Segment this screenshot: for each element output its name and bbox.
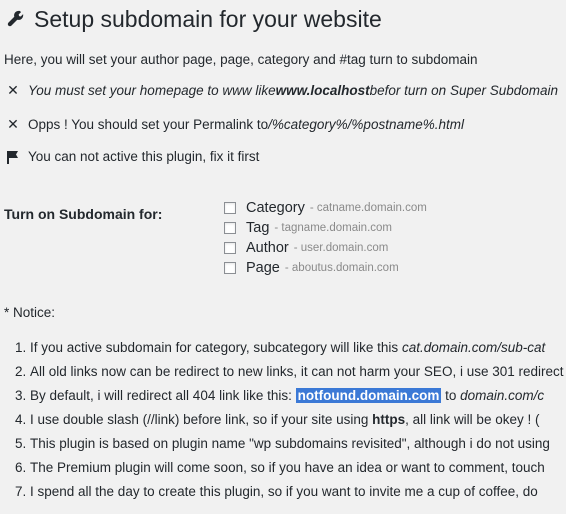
close-icon: ✕	[7, 82, 19, 98]
option-hint: - catname.domain.com	[309, 202, 427, 214]
notice-text: This plugin is based on plugin name "wp …	[30, 436, 550, 451]
list-item: If you active subdomain for category, su…	[30, 336, 566, 360]
warning-message-activate: You can not active this plugin, fix it f…	[6, 149, 259, 164]
permalink-structure: /%category%/%postname%.html	[268, 117, 464, 132]
subdomain-options: Category - catname.domain.com Tag - tagn…	[224, 198, 427, 278]
list-item: I use double slash (//link) before link,…	[30, 408, 566, 432]
notice-text: By default, i will redirect all 404 link…	[30, 388, 296, 403]
option-label[interactable]: Author	[246, 240, 289, 256]
list-item: By default, i will redirect all 404 link…	[30, 384, 566, 408]
notice-text: , all link will be okey ! (	[405, 412, 540, 427]
page-header: Setup subdomain for your website	[6, 2, 382, 36]
tag-checkbox[interactable]	[224, 222, 236, 234]
notice-example: domain.com/c	[460, 388, 545, 403]
notice-text: to	[441, 388, 461, 403]
option-label[interactable]: Category	[246, 200, 305, 216]
notice-text: The Premium plugin will come soon, so if…	[30, 460, 545, 475]
error-text-homepage: www.localhost	[275, 83, 370, 98]
intro-text: Here, you will set your author page, pag…	[4, 52, 478, 67]
list-item: The Premium plugin will come soon, so if…	[30, 456, 566, 480]
option-label[interactable]: Tag	[246, 220, 269, 236]
list-item: All old links now can be redirect to new…	[30, 360, 566, 384]
error-message-homepage: ✕ You must set your homepage to www like…	[6, 82, 558, 99]
error-message-permalink: ✕ Opps ! You should set your Permalink t…	[6, 116, 464, 133]
option-label[interactable]: Page	[246, 260, 280, 276]
option-tag: Tag - tagname.domain.com	[224, 218, 427, 238]
author-checkbox[interactable]	[224, 242, 236, 254]
page-title: Setup subdomain for your website	[34, 5, 382, 32]
notice-bold: https	[372, 412, 406, 427]
error-text-post: befor turn on Super Subdomain	[369, 83, 559, 98]
option-category: Category - catname.domain.com	[224, 198, 427, 218]
subdomain-settings-label: Turn on Subdomain for:	[4, 206, 163, 222]
error-text-pre: Opps ! You should set your Permalink to	[28, 117, 269, 132]
wrench-icon	[7, 10, 24, 27]
notice-heading: * Notice:	[4, 305, 56, 320]
notice-text: I spend all the day to create this plugi…	[30, 484, 538, 499]
error-text-pre: You must set your homepage to www like	[28, 83, 276, 98]
option-hint: - tagname.domain.com	[274, 222, 393, 234]
flag-icon	[7, 150, 18, 164]
highlighted-domain: notfound.domain.com	[295, 388, 442, 403]
notice-text: All old links now can be redirect to new…	[30, 364, 564, 379]
warning-text: You can not active this plugin, fix it f…	[28, 149, 260, 164]
option-page: Page - aboutus.domain.com	[224, 258, 427, 278]
option-author: Author - user.domain.com	[224, 238, 427, 258]
option-hint: - aboutus.domain.com	[284, 262, 399, 274]
notice-text: If you active subdomain for category, su…	[30, 340, 402, 355]
list-item: This plugin is based on plugin name "wp …	[30, 432, 566, 456]
option-hint: - user.domain.com	[293, 242, 389, 254]
notice-example: cat.domain.com/sub-cat	[401, 340, 546, 355]
settings-page: Setup subdomain for your website Here, y…	[0, 0, 566, 514]
close-icon: ✕	[7, 116, 19, 132]
list-item: I spend all the day to create this plugi…	[30, 480, 566, 504]
notice-text: I use double slash (//link) before link,…	[30, 412, 373, 427]
page-checkbox[interactable]	[224, 262, 236, 274]
category-checkbox[interactable]	[224, 202, 236, 214]
notice-list: If you active subdomain for category, su…	[0, 336, 566, 504]
